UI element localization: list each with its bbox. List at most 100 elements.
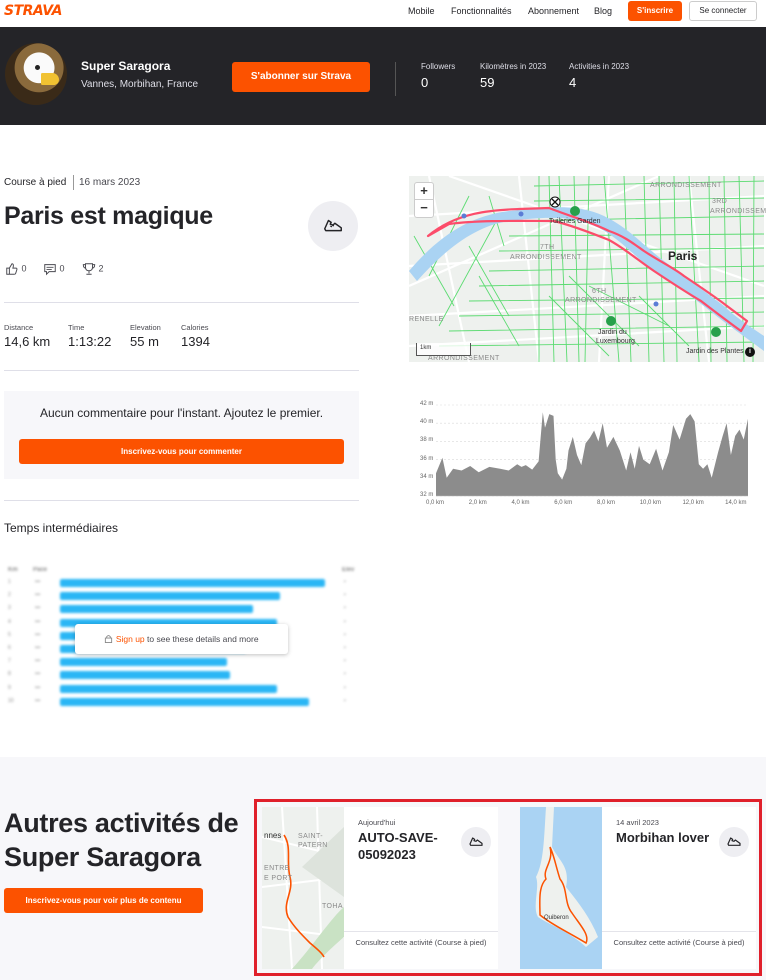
- divider: [73, 175, 74, 190]
- splits-signup-overlay[interactable]: Sign up to see these details and more: [75, 624, 288, 654]
- split-km: 6: [8, 645, 11, 651]
- split-pace: •••: [35, 658, 41, 665]
- map-label-luxembourg: Jardin du: [598, 329, 627, 336]
- trophy-icon: [82, 263, 96, 275]
- athlete-header: Super Saragora Vannes, Morbihan, France …: [0, 27, 766, 125]
- card-map-label: TOHA: [322, 903, 343, 910]
- achievements-button[interactable]: 2: [82, 262, 104, 276]
- info-icon[interactable]: i: [745, 347, 755, 357]
- run-shoe-icon: [308, 201, 358, 251]
- follow-button[interactable]: S'abonner sur Strava: [232, 62, 370, 92]
- route-map[interactable]: [409, 176, 764, 362]
- run-shoe-icon: [719, 827, 749, 857]
- elevation-y-tick: 38 m: [420, 437, 434, 444]
- signup-to-comment-button[interactable]: Inscrivez-vous pour commenter: [19, 439, 344, 464]
- split-km: 9: [8, 684, 11, 691]
- card-map-thumbnail[interactable]: nnes SAINT- PATERN ENTRE E PORT TOHA: [262, 807, 344, 969]
- split-elev: •: [344, 605, 346, 612]
- split-km: 8: [8, 671, 11, 678]
- splits-row: 3 ••• •: [4, 604, 359, 614]
- activities-value: 4: [569, 75, 577, 90]
- activity-date: 16 mars 2023: [79, 177, 141, 188]
- split-elev: •: [344, 671, 346, 678]
- activity-title: Paris est magique: [4, 202, 213, 230]
- nav-link-features[interactable]: Fonctionnalités: [451, 6, 512, 16]
- splits-header-pace: Pace: [33, 567, 48, 573]
- login-button[interactable]: Se connecter: [689, 1, 757, 21]
- map-label-7th: 7TH: [540, 244, 555, 251]
- split-pace: •••: [35, 605, 41, 612]
- card-view-link[interactable]: Consultez cette activité (Course à pied): [348, 937, 494, 949]
- split-pace: •••: [35, 579, 41, 585]
- split-elev: •: [344, 579, 346, 585]
- split-elev: •: [344, 658, 346, 665]
- nav-link-mobile[interactable]: Mobile: [408, 6, 435, 16]
- distance-label: Distance: [4, 323, 34, 332]
- signup-more-button[interactable]: Inscrivez-vous pour voir plus de contenu: [4, 888, 203, 913]
- map-label-arrondissement: ARRONDISSEMENT: [510, 254, 582, 261]
- map-scale: 1km: [416, 343, 471, 356]
- comments-panel: Aucun commentaire pour l'instant. Ajoute…: [4, 391, 359, 479]
- nav-link-blog[interactable]: Blog: [594, 6, 612, 16]
- activity-card[interactable]: Quiberon 14 avril 2023 Morbihan lover Co…: [520, 807, 756, 969]
- elevation-y-tick: 32 m: [420, 492, 434, 498]
- followers-value: 0: [421, 75, 429, 90]
- map-label-arrondissement: ARRONDISSEMENT: [710, 208, 766, 215]
- followers-label: Followers: [421, 62, 456, 71]
- splits-title: Temps intermédiaires: [4, 521, 119, 535]
- split-bar: [60, 671, 230, 680]
- distance-value: 14,6 km: [4, 334, 51, 349]
- divider: [4, 370, 359, 371]
- split-bar: [60, 605, 254, 614]
- card-map-label: E PORT: [264, 875, 293, 882]
- split-bar: [60, 684, 278, 693]
- split-pace: •••: [35, 645, 41, 651]
- km-label: Kilomètres in 2023: [480, 62, 547, 71]
- athlete-location: Vannes, Morbihan, France: [81, 79, 199, 90]
- time-label: Time: [68, 323, 85, 332]
- elevation-y-tick: 40 m: [420, 419, 434, 426]
- elevation-y-tick: 34 m: [420, 473, 434, 480]
- split-elev: •: [344, 631, 346, 638]
- zoom-in-button[interactable]: +: [415, 183, 433, 200]
- split-elev: •: [344, 684, 346, 691]
- card-map-label: SAINT-: [298, 833, 323, 840]
- elevation-x-tick: 14,0 km: [725, 500, 747, 506]
- avatar[interactable]: [5, 43, 67, 105]
- activity-card[interactable]: nnes SAINT- PATERN ENTRE E PORT TOHA Auj…: [262, 807, 498, 969]
- splits-row: 8 ••• •: [4, 670, 359, 680]
- strava-logo[interactable]: STRAVA: [4, 3, 63, 19]
- elevation-x-tick: 0,0 km: [426, 500, 445, 506]
- zoom-out-button[interactable]: −: [415, 200, 433, 217]
- splits-header-elev: Elev: [342, 567, 355, 573]
- signup-button[interactable]: S'inscrire: [628, 1, 682, 21]
- thumbs-up-icon: [5, 263, 19, 275]
- card-view-link[interactable]: Consultez cette activité (Course à pied): [606, 937, 752, 949]
- athlete-name[interactable]: Super Saragora: [81, 59, 170, 73]
- elevation-x-tick: 10,0 km: [639, 500, 662, 506]
- splits-signup-link[interactable]: Sign up: [116, 634, 145, 644]
- elevation-chart: [436, 404, 748, 497]
- achievements-count: 2: [98, 263, 104, 274]
- card-title[interactable]: Morbihan lover: [616, 829, 716, 846]
- split-elev: •: [344, 592, 346, 599]
- card-map-thumbnail[interactable]: Quiberon: [520, 807, 602, 969]
- comments-count-button[interactable]: 0: [43, 262, 65, 276]
- kudos-button[interactable]: 0: [5, 262, 27, 276]
- map-label-luxembourg: Luxembourg: [596, 338, 635, 345]
- card-title[interactable]: AUTO-SAVE-05092023: [358, 829, 458, 863]
- split-elev: •: [344, 645, 346, 651]
- splits-row: 1 ••• •: [4, 578, 359, 588]
- kudos-count: 0: [21, 263, 27, 274]
- other-activities-title: Autres activités de Super Saragora: [4, 808, 239, 872]
- split-km: 10: [8, 697, 14, 704]
- map-label-renelle: RENELLE: [409, 316, 444, 323]
- split-km: 7: [8, 658, 11, 665]
- split-pace: •••: [35, 684, 41, 691]
- map-label-plantes: Jardin des Plantes: [686, 348, 744, 355]
- divider: [4, 500, 359, 501]
- splits-signup-text: to see these details and more: [144, 634, 259, 644]
- map-canvas: [409, 176, 764, 362]
- nav-link-subscription[interactable]: Abonnement: [528, 6, 579, 16]
- elevation-x-tick: 6,0 km: [554, 500, 573, 506]
